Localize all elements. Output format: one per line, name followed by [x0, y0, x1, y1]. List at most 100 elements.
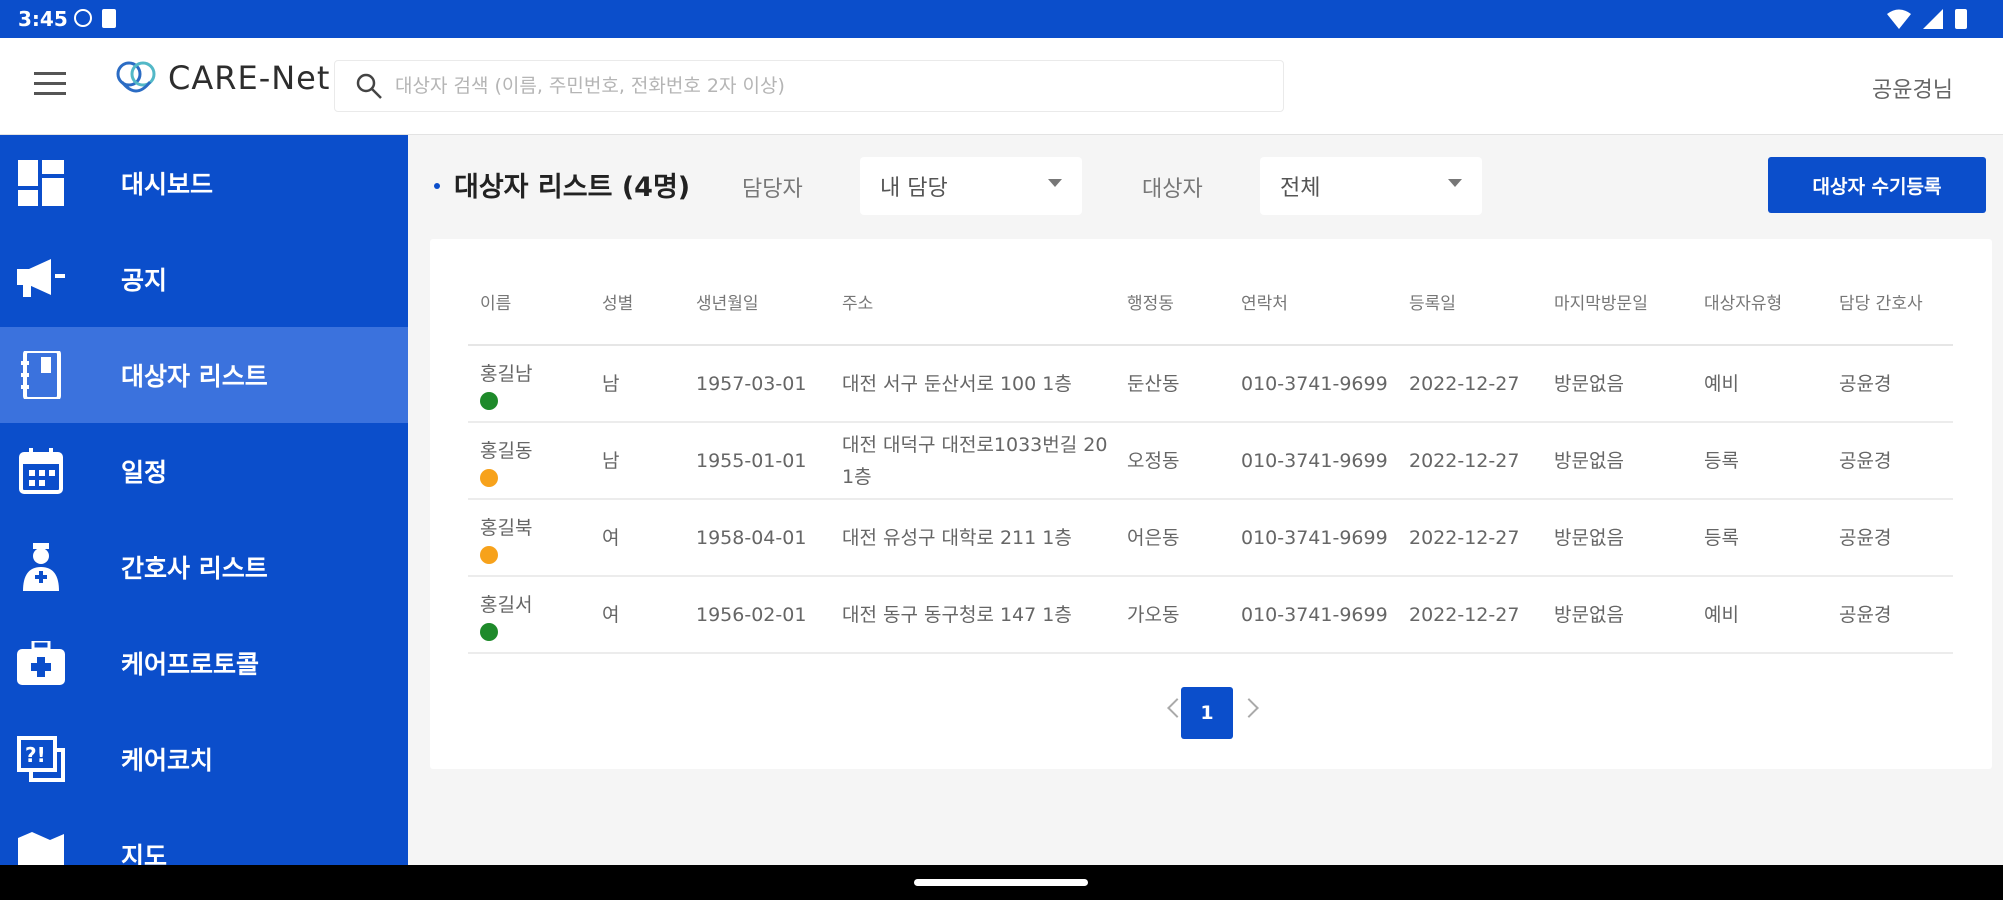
client-list-card: 이름 성별 생년월일 주소 행정동 연락처 등록일 마지막방문일 대상자유형 담… [430, 239, 1992, 769]
type-cell: 예비 [1692, 576, 1827, 654]
last-visit-cell: 방문없음 [1542, 576, 1692, 654]
target-filter-label: 대상자 [1142, 177, 1203, 202]
table-row[interactable]: 홍길동 남 1955-01-01 대전 대덕구 대전로1033번길 20 1층 … [468, 422, 1953, 500]
manual-register-button[interactable]: 대상자 수기등록 [1768, 157, 1986, 213]
birth-cell: 1955-01-01 [684, 422, 830, 500]
column-header[interactable]: 등록일 [1397, 263, 1542, 346]
logo-icon [116, 61, 156, 93]
title-bullet [434, 183, 440, 189]
sidebar-item-notice[interactable]: 공지 [0, 231, 408, 327]
last-visit-cell: 방문없음 [1542, 345, 1692, 423]
target-select[interactable]: 전체 [1260, 157, 1482, 215]
column-header[interactable]: 성별 [590, 263, 684, 346]
sidebar-item-label: 대시보드 [121, 170, 214, 199]
phone-cell: 010-3741-9699 [1229, 345, 1397, 423]
svg-text:?!: ?! [25, 743, 46, 767]
table-row[interactable]: 홍길서 여 1956-02-01 대전 동구 동구청로 147 1층 가오동 0… [468, 576, 1953, 654]
status-dot [480, 622, 498, 641]
registered-cell: 2022-12-27 [1397, 345, 1542, 423]
status-bar: 3:45 [0, 0, 2003, 38]
sidebar: 대시보드 공지 대상자 리스트 일정 간호사 리스트 케어프로토콜 ?! 케어코… [0, 135, 408, 865]
manager-select[interactable]: 내 담당 [860, 157, 1082, 215]
dong-cell: 가오동 [1115, 576, 1229, 654]
dong-cell: 둔산동 [1115, 345, 1229, 423]
registered-cell: 2022-12-27 [1397, 499, 1542, 577]
manager-select-value: 내 담당 [880, 176, 948, 201]
status-dot [480, 391, 498, 410]
search-icon [356, 73, 382, 99]
address-cell: 대전 서구 둔산서로 100 1층 [830, 345, 1115, 423]
column-header[interactable]: 연락처 [1229, 263, 1397, 346]
registered-cell: 2022-12-27 [1397, 576, 1542, 654]
column-header[interactable]: 생년월일 [684, 263, 830, 346]
sidebar-item-label: 케어코치 [121, 746, 214, 775]
logo[interactable]: CARE-Net [114, 56, 330, 100]
sidebar-item-label: 케어프로토콜 [121, 650, 260, 679]
address-cell: 대전 동구 동구청로 147 1층 [830, 576, 1115, 654]
main-content: 대상자 리스트 (4명) 담당자 내 담당 대상자 전체 대상자 수기등록 이름… [408, 135, 2003, 865]
nurse-cell: 공윤경 [1827, 499, 1953, 577]
column-header[interactable]: 행정동 [1115, 263, 1229, 346]
medical-bag-icon [17, 639, 65, 687]
sidebar-item-label: 공지 [121, 266, 168, 295]
sidebar-item-schedule[interactable]: 일정 [0, 423, 408, 519]
sidebar-item-care-protocol[interactable]: 케어프로토콜 [0, 615, 408, 711]
phone-cell: 010-3741-9699 [1229, 576, 1397, 654]
sidebar-item-dashboard[interactable]: 대시보드 [0, 135, 408, 231]
column-header[interactable]: 마지막방문일 [1542, 263, 1692, 346]
birth-cell: 1956-02-01 [684, 576, 830, 654]
nurse-cell: 공윤경 [1827, 422, 1953, 500]
quiz-icon: ?! [17, 735, 65, 783]
column-header[interactable]: 대상자유형 [1692, 263, 1827, 346]
sidebar-item-nurse-list[interactable]: 간호사 리스트 [0, 519, 408, 615]
user-name[interactable]: 공윤경님 [1872, 72, 1953, 104]
sidebar-item-map[interactable]: 지도 [0, 807, 408, 865]
address-cell: 대전 대덕구 대전로1033번길 20 1층 [830, 422, 1115, 500]
target-select-value: 전체 [1280, 176, 1321, 201]
client-name: 홍길남 [480, 362, 533, 385]
gender-cell: 남 [590, 345, 684, 423]
registered-cell: 2022-12-27 [1397, 422, 1542, 500]
sd-card-icon [102, 9, 116, 28]
chevron-down-icon [1048, 179, 1062, 187]
client-name: 홍길서 [480, 593, 533, 616]
search-box[interactable] [334, 60, 1284, 112]
client-name: 홍길동 [480, 439, 533, 462]
nurse-cell: 공윤경 [1827, 345, 1953, 423]
gender-cell: 여 [590, 499, 684, 577]
page-number-current[interactable]: 1 [1181, 687, 1233, 739]
sidebar-item-client-list[interactable]: 대상자 리스트 [0, 327, 408, 423]
menu-button[interactable] [34, 72, 66, 98]
column-header[interactable]: 주소 [830, 263, 1115, 346]
name-cell: 홍길남 [468, 345, 590, 423]
birth-cell: 1957-03-01 [684, 345, 830, 423]
client-table: 이름 성별 생년월일 주소 행정동 연락처 등록일 마지막방문일 대상자유형 담… [468, 263, 1953, 654]
wifi-icon [1887, 9, 1911, 29]
home-gesture-handle[interactable] [914, 879, 1088, 886]
dong-cell: 어은동 [1115, 499, 1229, 577]
chevron-down-icon [1448, 179, 1462, 187]
notebook-icon [17, 351, 65, 399]
sidebar-item-care-coach[interactable]: ?! 케어코치 [0, 711, 408, 807]
search-input[interactable] [395, 75, 1255, 97]
battery-icon [1955, 9, 1967, 29]
nurse-icon [17, 543, 65, 591]
phone-cell: 010-3741-9699 [1229, 422, 1397, 500]
logo-text: CARE-Net [168, 59, 331, 97]
hamburger-icon [34, 72, 66, 75]
table-row[interactable]: 홍길남 남 1957-03-01 대전 서구 둔산서로 100 1층 둔산동 0… [468, 345, 1953, 423]
vpn-icon [74, 9, 92, 27]
page-title: 대상자 리스트 (4명) [454, 172, 691, 203]
name-cell: 홍길동 [468, 422, 590, 500]
phone-cell: 010-3741-9699 [1229, 499, 1397, 577]
system-nav-bar [0, 865, 2003, 900]
gender-cell: 여 [590, 576, 684, 654]
column-header[interactable]: 담당 간호사 [1827, 263, 1953, 346]
dashboard-icon [17, 159, 65, 207]
table-row[interactable]: 홍길북 여 1958-04-01 대전 유성구 대학로 211 1층 어은동 0… [468, 499, 1953, 577]
chevron-right-icon[interactable] [1239, 698, 1259, 718]
status-dot [480, 545, 498, 564]
column-header[interactable]: 이름 [468, 263, 590, 346]
sidebar-item-label: 대상자 리스트 [121, 362, 268, 391]
list-toolbar: 대상자 리스트 (4명) 담당자 내 담당 대상자 전체 대상자 수기등록 [408, 135, 2003, 235]
